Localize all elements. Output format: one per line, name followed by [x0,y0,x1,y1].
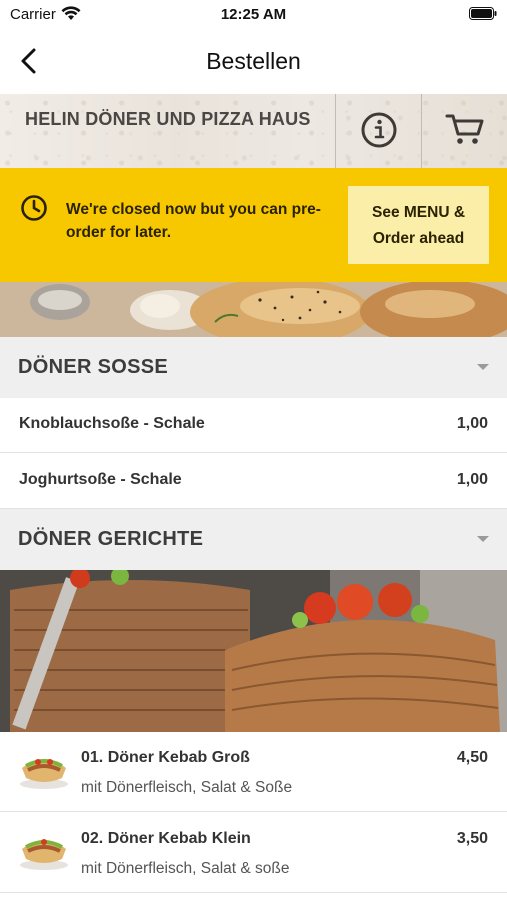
status-bar: Carrier 12:25 AM [0,0,507,30]
section-title: DÖNER GERICHTE [18,528,204,550]
dish-description: mit Dönerfleisch, Salat & Soße [81,779,293,796]
preorder-button-label: See MENU & Order ahead [348,200,489,252]
see-menu-order-ahead-button[interactable]: See MENU & Order ahead [348,186,489,264]
restaurant-name: HELIN DÖNER UND PIZZA HAUS [25,109,311,129]
restaurant-header: HELIN DÖNER UND PIZZA HAUS [0,94,507,168]
navigation-bar: Bestellen [0,30,507,94]
status-time: 12:25 AM [220,6,287,23]
battery-icon [469,7,497,20]
doner-kebab-image [0,570,507,732]
dish-name: 02. Döner Kebab Klein [81,830,251,847]
dish-price: 4,50 [456,749,488,766]
dish-name: 01. Döner Kebab Groß [81,749,250,766]
list-item[interactable]: Joghurtsoße - Schale 1,00 [0,454,507,509]
section-header-doner-sosse[interactable]: DÖNER SOSSE [0,337,507,398]
item-name: Knoblauchsoße - Schale [19,415,205,432]
preorder-label-line1: See MENU & [371,204,466,221]
section-header-doner-gerichte[interactable]: DÖNER GERICHTE [0,509,507,570]
list-item[interactable]: 02. Döner Kebab Klein mit Dönerfleisch, … [0,813,507,893]
preorder-label-line2: Order ahead [372,230,465,247]
section-title: DÖNER SOSSE [18,356,168,378]
item-name: Joghurtsoße - Schale [19,471,182,488]
dish-price: 3,50 [456,830,488,847]
clock-icon [21,195,47,221]
food-banner-image [0,282,507,337]
chevron-down-icon [477,536,489,542]
page-title: Bestellen [206,48,301,74]
item-price: 1,00 [456,471,488,488]
chevron-down-icon [477,364,489,370]
list-item[interactable]: Knoblauchsoße - Schale 1,00 [0,398,507,453]
cart-button[interactable] [444,110,486,148]
divider [335,94,336,168]
list-item[interactable]: 01. Döner Kebab Groß mit Dönerfleisch, S… [0,732,507,812]
divider [421,94,422,168]
dish-thumbnail [20,839,68,870]
dish-description: mit Dönerfleisch, Salat & soße [81,860,290,877]
info-button[interactable] [358,109,400,151]
cart-icon [445,114,484,144]
closed-message: We're closed now but you can pre-order f… [66,201,321,241]
dish-thumbnail [20,759,68,789]
info-icon [361,112,397,148]
item-price: 1,00 [456,415,488,432]
